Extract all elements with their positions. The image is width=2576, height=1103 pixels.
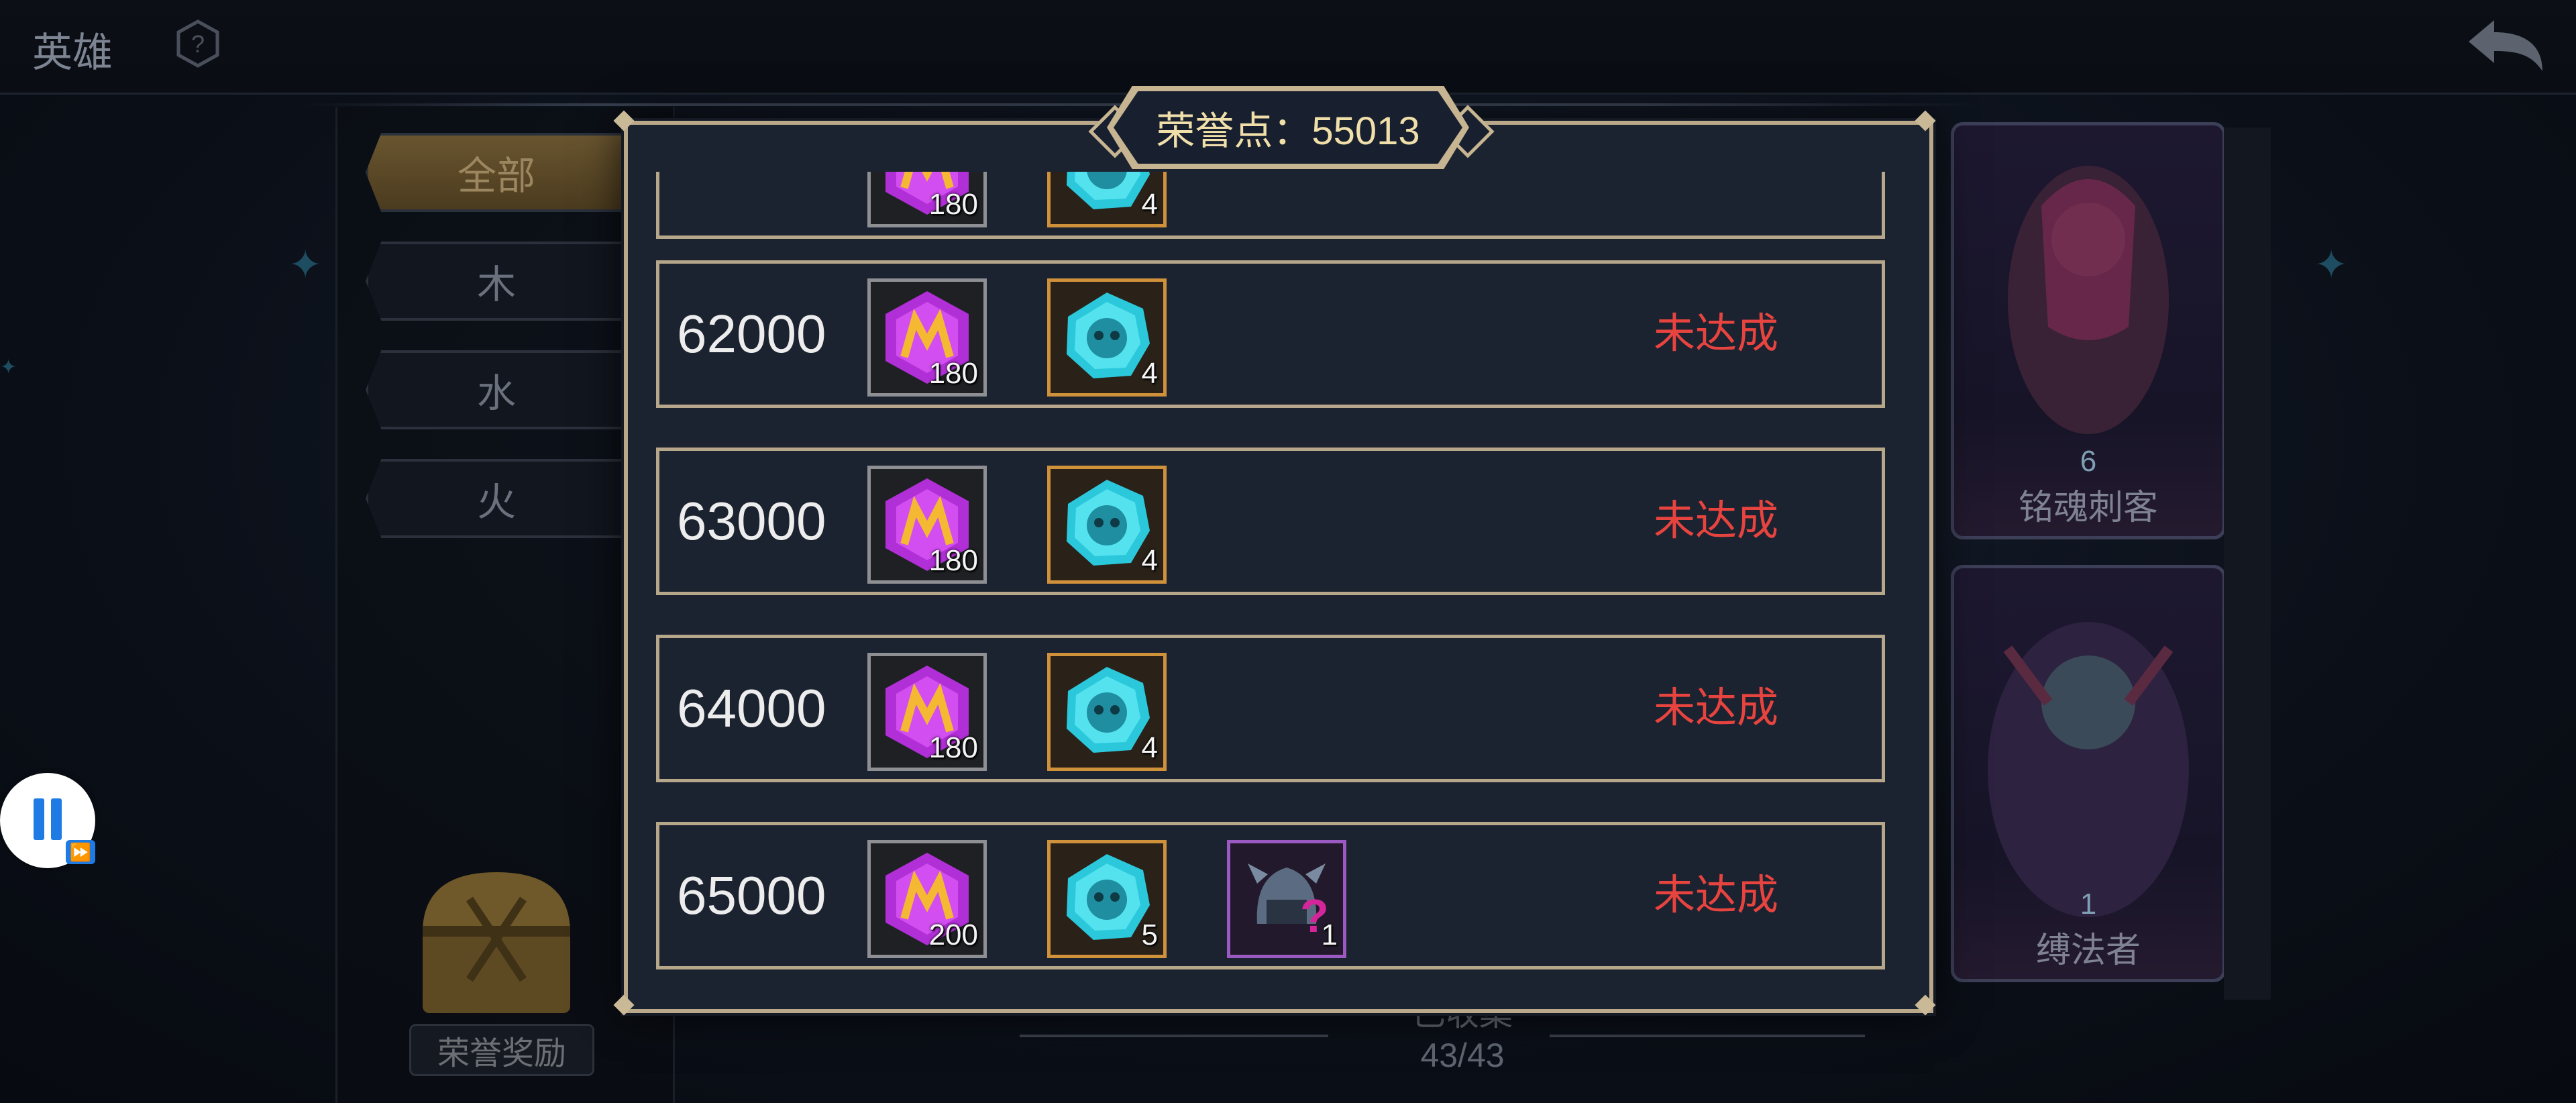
reward-item[interactable]: 180 xyxy=(867,172,987,227)
sparkle-icon: ✦ xyxy=(0,356,17,378)
hero-level: 1 xyxy=(2080,888,2097,921)
item-quantity: 4 xyxy=(1141,544,1158,577)
item-quantity: 180 xyxy=(928,357,978,390)
sparkle-icon: ✦ xyxy=(288,242,323,287)
item-quantity: 5 xyxy=(1141,918,1158,951)
reward-item[interactable]: 180 xyxy=(867,278,987,397)
hero-card[interactable]: 6 铭魂刺客 xyxy=(1951,122,2226,539)
filter-tab-label: 全部 xyxy=(457,154,535,198)
modal-title: 荣誉点：55013 xyxy=(1114,91,1462,164)
item-quantity: 200 xyxy=(928,918,978,951)
reward-row: 64000 180 4 未达成 xyxy=(656,635,1885,782)
reward-item[interactable]: 180 xyxy=(867,466,987,584)
filter-tab-wood[interactable]: 木 xyxy=(366,242,627,321)
item-quantity: 180 xyxy=(928,544,978,577)
hero-level: 6 xyxy=(2080,445,2097,478)
filter-tab-water[interactable]: 水 xyxy=(366,350,627,429)
reward-row: 63000 180 4 未达成 xyxy=(656,448,1885,595)
back-arrow-icon[interactable] xyxy=(2462,15,2549,75)
treasure-chest-icon[interactable] xyxy=(409,859,584,1020)
reward-item[interactable]: 5 xyxy=(1047,840,1167,958)
row-points: 65000 xyxy=(677,865,826,925)
reward-row: 180 4 xyxy=(656,172,1885,239)
reward-row: 62000 180 4 未达成 xyxy=(656,260,1885,408)
divider-line xyxy=(1550,1035,1865,1037)
row-points: 62000 xyxy=(677,304,826,364)
reward-item[interactable]: 4 xyxy=(1047,172,1167,227)
item-quantity: 4 xyxy=(1141,731,1158,764)
reward-item[interactable]: 200 xyxy=(867,840,987,958)
row-points: 63000 xyxy=(677,491,826,551)
item-quantity: 180 xyxy=(928,731,978,764)
item-quantity: 4 xyxy=(1141,357,1158,390)
reward-item[interactable]: 4 xyxy=(1047,466,1167,584)
reward-item[interactable]: 4 xyxy=(1047,653,1167,771)
filter-tab-all[interactable]: 全部 xyxy=(366,133,627,212)
reward-row: 65000 200 5 ? 1 未达成 xyxy=(656,822,1885,969)
pause-icon xyxy=(34,798,44,840)
svg-text:?: ? xyxy=(191,30,205,58)
reward-list[interactable]: 180 4 62000 180 4 未达成 63000 180 4 未达成 64… xyxy=(652,172,1896,984)
pause-icon xyxy=(51,798,62,840)
row-status: 未达成 xyxy=(1654,498,1779,544)
honor-points-label: 荣誉点：55013 xyxy=(1156,109,1420,153)
hero-name: 缚法者 xyxy=(2035,931,2141,970)
item-quantity: 180 xyxy=(928,188,978,221)
reward-item[interactable]: ? 1 xyxy=(1227,840,1346,958)
page-title: 英雄 xyxy=(32,30,113,75)
scroll-strip xyxy=(2224,127,2271,1000)
filter-tab-label: 水 xyxy=(476,372,516,415)
sparkle-icon: ✦ xyxy=(2314,242,2349,287)
divider-line xyxy=(1020,1035,1328,1037)
row-status: 未达成 xyxy=(1654,872,1779,918)
reward-item[interactable]: 180 xyxy=(867,653,987,771)
fast-forward-icon[interactable]: ⏩ xyxy=(66,840,95,864)
collection-count: 43/43 xyxy=(1420,1037,1505,1074)
filter-tab-label: 火 xyxy=(476,480,516,524)
help-icon[interactable]: ? xyxy=(173,19,223,68)
row-status: 未达成 xyxy=(1654,685,1779,731)
row-points: 64000 xyxy=(677,678,826,738)
item-quantity: 4 xyxy=(1141,188,1158,221)
hero-card[interactable]: 1 缚法者 xyxy=(1951,565,2226,982)
row-status: 未达成 xyxy=(1654,311,1779,357)
filter-tab-label: 木 xyxy=(476,263,516,307)
honor-reward-label: 荣誉奖励 xyxy=(437,1036,566,1071)
top-bar xyxy=(0,0,2576,95)
reward-item[interactable]: 4 xyxy=(1047,278,1167,397)
item-quantity: 1 xyxy=(1321,918,1338,951)
hero-name: 铭魂刺客 xyxy=(2018,488,2158,527)
honor-reward-button[interactable]: 荣誉奖励 xyxy=(409,1024,594,1076)
filter-tab-fire[interactable]: 火 xyxy=(366,459,627,538)
